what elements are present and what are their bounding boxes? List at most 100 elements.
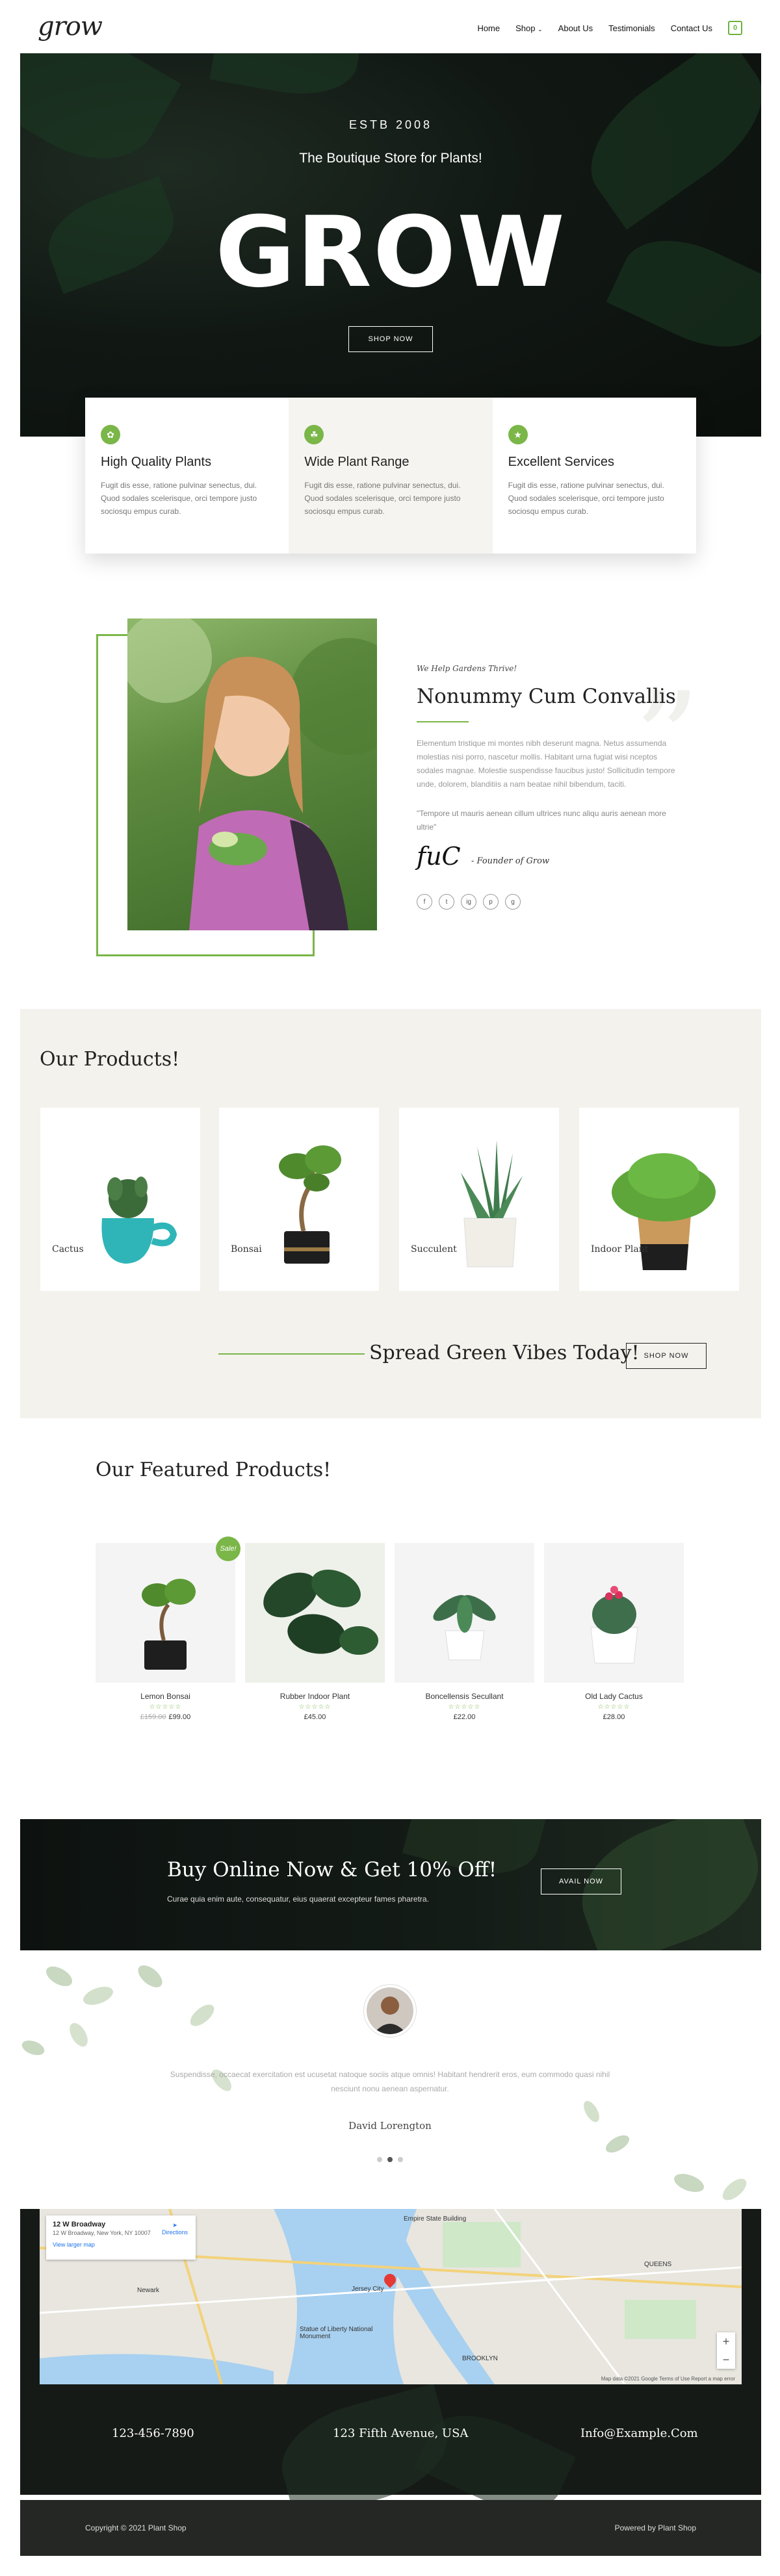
feature-card: ☘ Wide Plant Range Fugit dis esse, ratio…: [289, 398, 493, 554]
contact-email[interactable]: Info@Example.Com: [580, 2427, 698, 2440]
directions-button[interactable]: ➤ Directions: [162, 2222, 188, 2236]
rating-stars: ☆☆☆☆☆: [448, 1703, 481, 1711]
featured-product[interactable]: Rubber Indoor Plant ☆☆☆☆☆ £45.00: [245, 1543, 385, 1721]
copyright-text: Copyright © 2021 Plant Shop: [85, 2523, 187, 2532]
feature-card: ✿ High Quality Plants Fugit dis esse, ra…: [85, 398, 289, 554]
social-links: f t ig p g: [417, 894, 521, 910]
contact-phone[interactable]: 123-456-7890: [112, 2427, 194, 2440]
product-label: Indoor Plant: [591, 1244, 649, 1255]
nav-about[interactable]: About Us: [558, 23, 593, 33]
pinterest-icon[interactable]: p: [483, 894, 499, 910]
nav-testimonials[interactable]: Testimonials: [608, 23, 655, 33]
slider-dot-active[interactable]: [387, 2157, 393, 2162]
bonsai-image: [279, 1145, 341, 1264]
about-kicker: We Help Gardens Thrive!: [417, 664, 517, 673]
offer-text: Curae quia enim aute, consequatur, eius …: [167, 1894, 429, 1904]
shop-now-button[interactable]: SHOP NOW: [626, 1343, 707, 1369]
feature-text: Fugit dis esse, ratione pulvinar senectu…: [101, 481, 257, 516]
twitter-icon[interactable]: t: [439, 894, 454, 910]
zoom-in-icon[interactable]: +: [723, 2335, 730, 2349]
leaf-decoration: [584, 2100, 747, 2200]
leaf-icon: ✿: [101, 425, 120, 444]
product-image: [245, 1543, 385, 1683]
product-name[interactable]: Boncellensis Secullant: [395, 1692, 534, 1701]
trophy-icon: ★: [508, 425, 528, 444]
sale-price: £99.00: [168, 1713, 191, 1721]
product-image: [96, 1543, 235, 1683]
nav-shop-label: Shop: [515, 23, 536, 33]
features-row: ✿ High Quality Plants Fugit dis esse, ra…: [85, 398, 696, 554]
rating-stars: ☆☆☆☆☆: [597, 1703, 630, 1711]
product-name[interactable]: Old Lady Cactus: [544, 1692, 684, 1701]
product-name[interactable]: Rubber Indoor Plant: [245, 1692, 385, 1701]
map-label: Statue of Liberty National Monument: [300, 2326, 373, 2340]
google-icon[interactable]: g: [505, 894, 521, 910]
featured-title: Our Featured Products!: [96, 1459, 332, 1481]
feature-title: Wide Plant Range: [304, 455, 410, 469]
larger-map-link[interactable]: View larger map: [53, 2241, 189, 2248]
instagram-icon[interactable]: ig: [461, 894, 476, 910]
slider-dot[interactable]: [377, 2157, 382, 2162]
feature-card: ★ Excellent Services Fugit dis esse, rat…: [493, 398, 696, 554]
testimonial-text: Suspendisse, occaecat exercitation est u…: [170, 2070, 610, 2093]
slider-dot[interactable]: [398, 2157, 403, 2162]
leaf-decoration: [209, 53, 364, 105]
google-map[interactable]: Jersey City BROOKLYN Empire State Buildi…: [40, 2209, 742, 2384]
product-price: £22.00: [453, 1713, 476, 1721]
map-info-card: 12 W Broadway 12 W Broadway, New York, N…: [46, 2215, 196, 2260]
hero-subtitle: The Boutique Store for Plants!: [299, 151, 482, 166]
zoom-out-icon[interactable]: −: [723, 2353, 730, 2367]
cta-title: Spread Green Vibes Today!: [369, 1342, 640, 1364]
indoor-plant-image: [612, 1153, 716, 1270]
about-title: Nonummy Cum Convallis: [417, 685, 676, 708]
seedling-icon: ☘: [304, 425, 324, 444]
product-card-cactus[interactable]: Cactus: [40, 1108, 200, 1291]
product-image: [544, 1543, 684, 1683]
products-title: Our Products!: [40, 1048, 180, 1071]
product-label: Cactus: [52, 1244, 84, 1255]
nav-contact[interactable]: Contact Us: [671, 23, 712, 33]
map-label: BROOKLYN: [462, 2355, 498, 2362]
nav-shop[interactable]: Shop ⌄: [515, 23, 543, 33]
avail-now-button[interactable]: AVAIL NOW: [541, 1868, 621, 1894]
sale-badge: Sale!: [216, 1537, 240, 1561]
offer-banner: Buy Online Now & Get 10% Off! Curae quia…: [20, 1819, 761, 1950]
product-price: £159.00 £99.00: [96, 1713, 235, 1721]
divider: [417, 721, 469, 722]
map-attribution: Map data ©2021 Google Terms of Use Repor…: [601, 2376, 735, 2382]
feature-title: Excellent Services: [508, 455, 615, 469]
site-header: grow Home Shop ⌄ About Us Testimonials C…: [0, 0, 780, 53]
map-label: QUEENS: [644, 2261, 672, 2268]
product-image: [395, 1543, 534, 1683]
product-label: Succulent: [411, 1244, 457, 1255]
product-card-indoor[interactable]: Indoor Plant: [579, 1108, 739, 1291]
signature: fuC: [417, 842, 461, 871]
product-price: £45.00: [304, 1713, 326, 1721]
facebook-icon[interactable]: f: [417, 894, 432, 910]
featured-product[interactable]: Boncellensis Secullant ☆☆☆☆☆ £22.00: [395, 1543, 534, 1721]
about-quote: "Tempore ut mauris aenean cillum ultrice…: [417, 809, 666, 832]
products-section: Our Products! Cactus Bonsai Succulent In…: [20, 1009, 761, 1418]
contact-address: 123 Fifth Avenue, USA: [333, 2427, 469, 2440]
featured-product[interactable]: Lemon Bonsai ☆☆☆☆☆ £159.00 £99.00: [96, 1543, 235, 1721]
cart-icon[interactable]: 0: [728, 21, 742, 35]
shop-now-button[interactable]: SHOP NOW: [348, 326, 433, 352]
directions-icon: ➤: [172, 2222, 177, 2228]
featured-product[interactable]: Old Lady Cactus ☆☆☆☆☆ £28.00: [544, 1543, 684, 1721]
product-card-bonsai[interactable]: Bonsai: [219, 1108, 379, 1291]
avatar: [364, 1985, 416, 2037]
founder-caption: - Founder of Grow: [471, 856, 550, 866]
feature-title: High Quality Plants: [101, 455, 212, 469]
hero-title: GROW: [215, 196, 566, 309]
founder-photo: [127, 618, 377, 930]
zoom-controls: + −: [717, 2332, 735, 2369]
site-logo[interactable]: grow: [38, 12, 103, 42]
founder-illustration: [127, 618, 377, 930]
product-name[interactable]: Lemon Bonsai: [96, 1692, 235, 1701]
slider-dots: [377, 2157, 403, 2162]
nav-home[interactable]: Home: [477, 23, 500, 33]
product-price: £28.00: [603, 1713, 625, 1721]
site-footer: Copyright © 2021 Plant Shop Powered by P…: [20, 2500, 761, 2556]
powered-by-text: Powered by Plant Shop: [614, 2523, 696, 2532]
product-card-succulent[interactable]: Succulent: [399, 1108, 559, 1291]
